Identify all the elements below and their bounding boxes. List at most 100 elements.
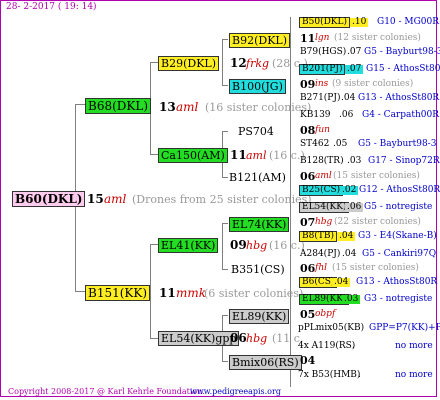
connector <box>150 338 158 339</box>
g4-queen[interactable]: B79(HGS) <box>300 48 346 57</box>
connector <box>222 223 223 269</box>
g4-queen[interactable]: KB139 <box>300 111 331 120</box>
root-breeder: aml <box>104 192 127 206</box>
g4-code: G5 - Bayburt98-3 <box>364 47 440 57</box>
g3-queen[interactable]: B121(AM) <box>229 172 286 183</box>
connector <box>222 177 228 178</box>
connector <box>150 154 158 155</box>
g4-code: G5 - Cankiri97Q <box>362 249 437 259</box>
g4-extra: .06 <box>345 202 364 212</box>
g4-code: no more <box>395 341 433 351</box>
g3-queen[interactable]: Bmix06(RS) <box>229 355 302 370</box>
g4-code: G12 - AthosSt80R <box>359 185 440 195</box>
g1-breeder: aml <box>176 100 199 114</box>
g4-queen[interactable]: B25(CS) <box>299 185 344 196</box>
g4-queen[interactable]: pPLmix05(KB) <box>298 324 364 333</box>
g3-number: 08 <box>300 124 316 137</box>
g3-number: 11 <box>300 32 316 45</box>
g4-queen[interactable]: B128(TR) <box>300 157 344 166</box>
g4-queen[interactable]: ST462 <box>300 140 329 149</box>
g3-queen[interactable]: PS704 <box>238 126 274 137</box>
g3-number: 09 <box>300 78 316 91</box>
root-queen[interactable]: B60(DKL) <box>12 191 86 207</box>
connector <box>222 39 228 40</box>
g1-queen[interactable]: B68(DKL) <box>85 98 152 114</box>
g4-queen[interactable]: B271(PJ) <box>300 94 340 103</box>
g4-queen[interactable]: 4x A119(RS) <box>298 342 355 351</box>
g4-code: G10 - MG00R <box>377 17 440 27</box>
g4-code: G5 - Bayburt98-3 <box>358 139 437 149</box>
connector <box>222 131 228 132</box>
g3-breeder: lgn <box>315 33 330 43</box>
g4-queen[interactable]: A284(PJ) <box>300 250 340 259</box>
connector <box>75 291 85 292</box>
g2-number: 11 <box>230 148 247 162</box>
g4-code: GPP=P7(KK)+P <box>369 323 440 333</box>
connector <box>222 39 223 85</box>
connector <box>150 62 158 63</box>
g3-note: (9 sister colonies) <box>332 79 414 89</box>
g2-number: 12 <box>230 56 247 70</box>
g4-extra: .03 <box>342 294 361 304</box>
g3-breeder: obpf <box>315 309 336 319</box>
g3-number: 05 <box>300 308 316 321</box>
g3-note: (15 sister colonies) <box>332 263 419 273</box>
g3-queen[interactable]: EL89(KK) <box>229 309 290 324</box>
g2-breeder: hbg <box>246 239 268 252</box>
connector <box>75 104 85 105</box>
g4-extra: .04 <box>332 277 351 287</box>
g2-queen[interactable]: EL41(KK) <box>158 238 219 253</box>
g2-breeder: aml <box>246 149 267 162</box>
g1-breeder: mmk <box>176 286 207 300</box>
g4-extra: .04 <box>342 249 357 259</box>
connector <box>222 361 228 362</box>
connector <box>150 244 158 245</box>
copyright: Copyright 2008-2017 @ Karl Kehrle Founda… <box>8 387 205 396</box>
g3-note: (12 sister colonies) <box>334 33 421 43</box>
g4-code: G13 - AthosSt80R <box>358 93 440 103</box>
g3-number: 07 <box>300 216 316 229</box>
root-number: 15 <box>87 192 104 206</box>
g4-queen[interactable]: 7x B53(HMB) <box>298 371 360 380</box>
g4-extra: .03 <box>347 156 362 166</box>
g4-code: no more <box>395 370 433 380</box>
g4-extra: . <box>358 370 361 380</box>
g2-number: 06 <box>230 331 247 345</box>
g4-queen[interactable]: B50(DKL) <box>299 17 351 28</box>
g4-extra: .02 <box>340 185 359 195</box>
g4-queen[interactable]: EL54(KK) <box>299 202 350 213</box>
g2-queen[interactable]: EL54(KK)gpp <box>158 331 240 346</box>
g2-breeder: hbg <box>246 332 268 345</box>
g3-note: (15 sister colonies) <box>333 171 420 181</box>
g4-code: G3 - E4(Skane-B) <box>358 231 437 241</box>
g3-breeder: fun <box>315 125 330 135</box>
g1-queen[interactable]: B151(KK) <box>85 285 151 301</box>
g4-extra: .07 <box>347 47 362 57</box>
g4-code: G3 - notregiste <box>364 294 433 304</box>
connector <box>222 269 228 270</box>
g3-queen[interactable]: B100(JG) <box>229 79 286 94</box>
g4-extra: .04 <box>337 231 356 241</box>
g3-note: (22 sister colonies) <box>334 217 421 227</box>
g4-extra: .07 <box>345 64 364 74</box>
g3-number: 06 <box>300 170 316 183</box>
g4-code: G17 - Sinop72R <box>368 156 440 166</box>
g4-code: G15 - AthosSt80R <box>366 64 440 74</box>
g4-extra: . <box>352 341 355 351</box>
g3-breeder: ins <box>315 79 329 89</box>
g2-breeder: frkg <box>246 57 270 70</box>
root-note: (Drones from 25 sister colonies) <box>132 193 312 206</box>
g3-queen[interactable]: EL74(KK) <box>229 217 290 232</box>
g4-queen[interactable]: B8(TB) <box>299 231 337 242</box>
g1-number: 13 <box>159 100 176 114</box>
g3-queen[interactable]: B92(DKL) <box>229 33 291 48</box>
g2-queen[interactable]: B29(DKL) <box>158 56 220 71</box>
g2-queen[interactable]: Ca150(AM) <box>158 148 228 163</box>
site-link[interactable]: www.pedigreeapis.org <box>190 388 281 396</box>
g4-extra: .05 <box>333 139 348 149</box>
g1-note: (6 sister colonies) <box>204 287 304 300</box>
g2-number: 09 <box>230 238 247 252</box>
g3-number: 04 <box>300 354 316 367</box>
g4-queen[interactable]: B201(PJ) <box>299 64 346 75</box>
g3-queen[interactable]: B351(CS) <box>231 264 285 275</box>
